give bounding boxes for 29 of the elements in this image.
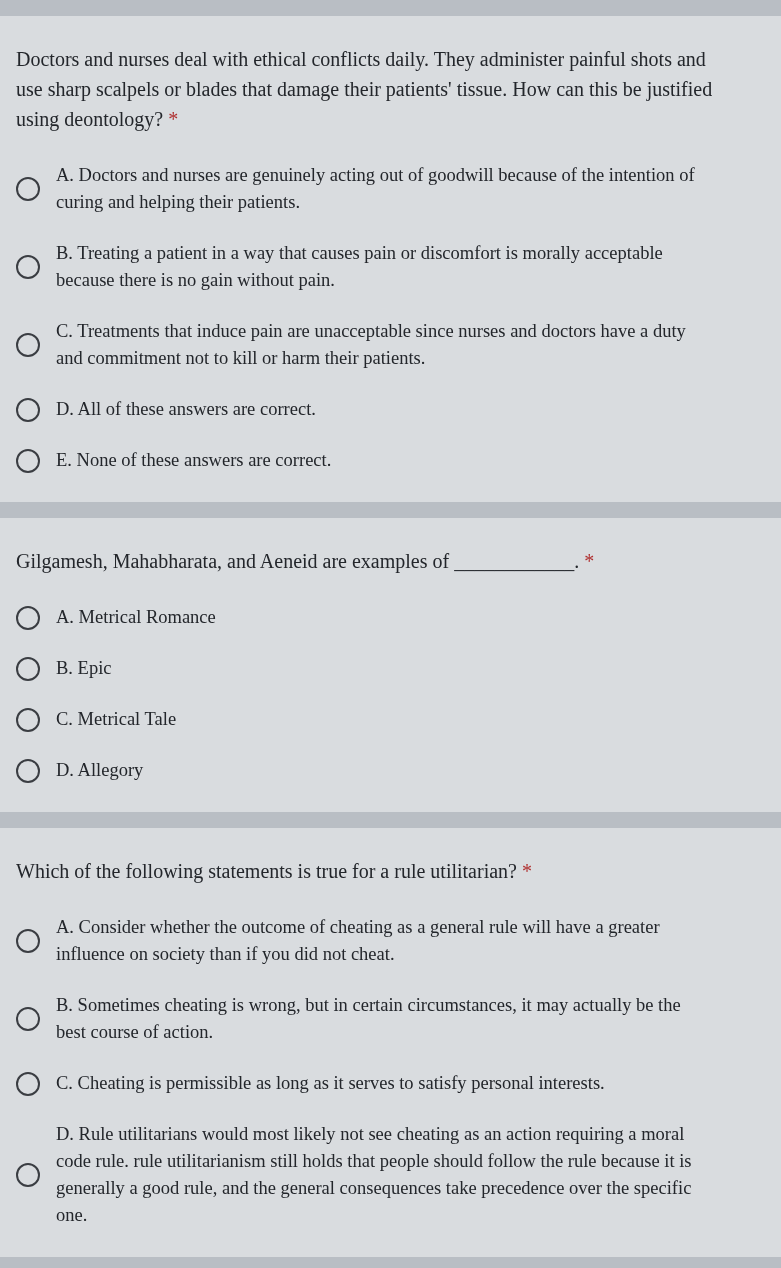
option-label: B. Epic [56, 657, 113, 680]
option-label: B. Sometimes cheating is wrong, but in certain circumstances, it may actually be the best course of action. [56, 994, 682, 1044]
radio-button[interactable] [16, 1163, 40, 1187]
radio-button[interactable] [16, 656, 40, 681]
question-text: Doctors and nurses deal with ethical conflicts daily. They administer painful shots and use sharp scalpels or blades that damage their patients' tissue. How can this be justified using deontology? * [16, 47, 714, 133]
option-label: C. Treatments that induce pain are unacceptable since nurses and doctors have a duty and commitment not to kill or harm their patients. [56, 320, 687, 370]
radio-button[interactable] [16, 177, 40, 201]
radio-button[interactable] [16, 1007, 40, 1031]
radio-button[interactable] [16, 929, 40, 953]
radio-button[interactable] [16, 1071, 40, 1096]
option-label: A. Doctors and nurses are genuinely acting out of goodwill because of the intention of curing and helping their patients. [56, 164, 696, 214]
option-label: E. None of these answers are correct. [56, 449, 333, 472]
radio-button[interactable] [16, 255, 40, 279]
radio-button[interactable] [16, 333, 40, 357]
radio-button[interactable] [16, 448, 40, 473]
option-label: D. All of these answers are correct. [56, 398, 317, 421]
option-label: C. Metrical Tale [56, 708, 178, 731]
option-label: D. Rule utilitarians would most likely not see cheating as an action requiring a moral code rule. rule utilitarianism still holds that people should follow the rule because it is generally a good rule, and the general consequences take precedence over the specific one. [56, 1123, 693, 1227]
option-label: A. Metrical Romance [56, 606, 217, 629]
option-label: D. Allegory [56, 759, 145, 782]
radio-button[interactable] [16, 397, 40, 422]
question-text: Which of the following statements is true for a rule utilitarian? * [16, 859, 533, 885]
radio-button[interactable] [16, 758, 40, 783]
option-label: A. Consider whether the outcome of cheating as a general rule will have a greater influence on society than if you did not cheat. [56, 916, 661, 966]
question-text: Gilgamesh, Mahabharata, and Aeneid are examples of ____________. * [16, 549, 596, 575]
radio-button[interactable] [16, 707, 40, 732]
radio-button[interactable] [16, 605, 40, 630]
option-label: C. Cheating is permissible as long as it serves to satisfy personal interests. [56, 1072, 606, 1095]
option-label: B. Treating a patient in a way that causes pain or discomfort is morally acceptable because there is no gain without pain. [56, 242, 664, 292]
